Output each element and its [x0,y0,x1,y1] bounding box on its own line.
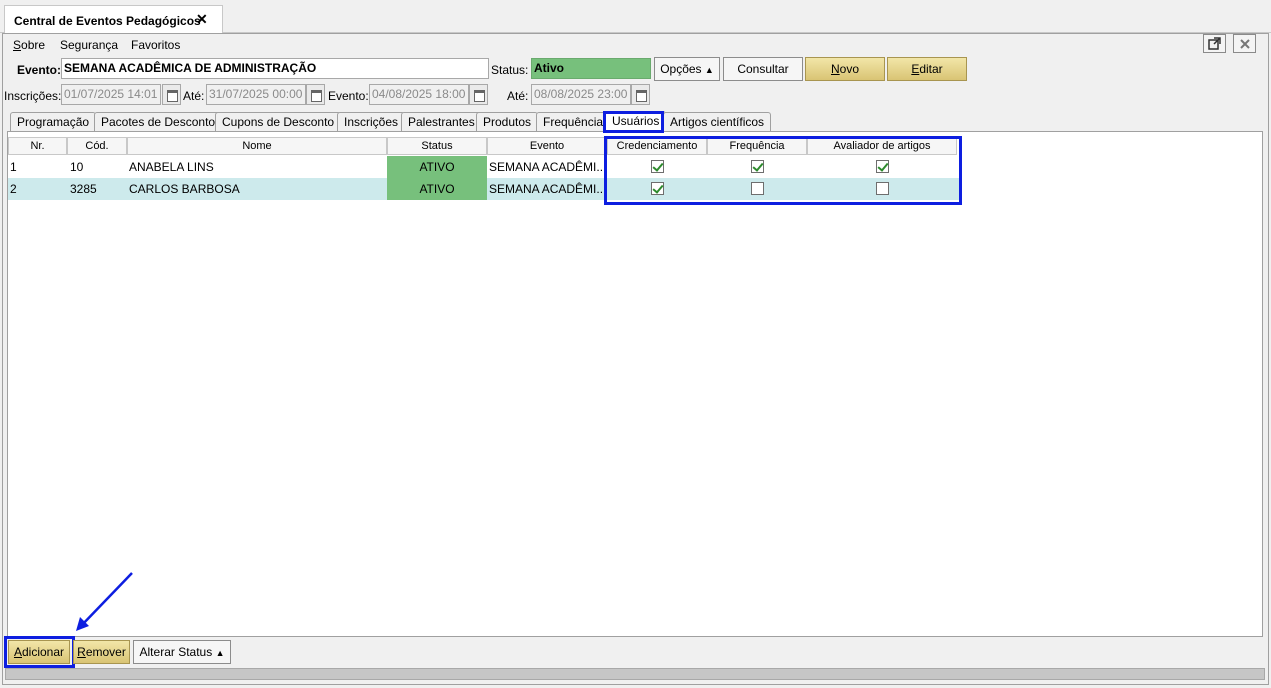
ate-label-2: Até: [507,89,529,103]
tab-inscricoes[interactable]: Inscrições [337,112,406,131]
horizontal-scrollbar[interactable] [5,668,1265,680]
close-icon[interactable] [1233,34,1256,53]
cell-evento: SEMANA ACADÊMI... [489,160,605,174]
inscricoes-fim-field[interactable]: 31/07/2025 00:00 [206,84,306,105]
column-header-cod[interactable]: Cód. [67,137,127,155]
tab-cupons-de-desconto[interactable]: Cupons de Desconto [215,112,342,131]
tab-programacao[interactable]: Programação [10,112,97,131]
document-tab[interactable]: Central de Eventos Pedagógicos ✕ [4,5,223,34]
permissions-highlight [604,136,962,205]
evento-fim-field[interactable]: 08/08/2025 23:00 [531,84,631,105]
close-tab-icon[interactable]: ✕ [196,11,208,28]
arrow-icon [76,572,133,631]
cell-cod: 10 [70,160,84,174]
calendar-icon[interactable] [162,84,181,105]
cell-nr: 1 [10,160,17,174]
opcoes-label: Opções [660,62,702,76]
tab-usuarios-highlight [603,111,664,133]
popout-icon[interactable] [1203,34,1226,53]
menu-favoritos[interactable]: Favoritos [131,38,180,52]
evento-field[interactable]: SEMANA ACADÊMICA DE ADMINISTRAÇÃO [61,58,489,79]
evento-inicio-field[interactable]: 04/08/2025 18:00 [369,84,469,105]
novo-button[interactable]: Novo [805,57,885,81]
caret-up-icon: ▲ [704,65,714,75]
evento-date-label: Evento: [328,89,369,103]
status-field[interactable]: Ativo [531,58,651,79]
remover-button[interactable]: Remover [73,640,130,664]
column-header-nome[interactable]: Nome [127,137,387,155]
tab-artigos-cientificos[interactable]: Artigos científicos [663,112,772,131]
editar-button[interactable]: Editar [887,57,967,81]
users-grid-panel [7,131,1263,637]
cell-status: ATIVO [387,156,487,178]
adicionar-button[interactable]: Adicionar [8,640,70,664]
document-tab-title: Central de Eventos Pedagógicos [14,14,201,28]
alterar-status-label: Alterar Status [139,645,213,659]
menu-sobre[interactable]: Sobre [13,38,45,52]
cell-nr: 2 [10,182,17,196]
tab-pacotes-de-desconto[interactable]: Pacotes de Desconto [94,112,223,131]
caret-up-icon: ▲ [215,648,225,658]
status-label: Status: [491,63,529,77]
cell-nome: ANABELA LINS [129,160,214,174]
calendar-icon[interactable] [469,84,488,105]
column-header-nr[interactable]: Nr. [8,137,67,155]
cell-cod: 3285 [70,182,97,196]
tab-frequencia[interactable]: Frequência [536,112,611,131]
ate-label-1: Até: [183,89,205,103]
cell-nome: CARLOS BARBOSA [129,182,240,196]
evento-label: Evento: [17,63,62,77]
cell-evento: SEMANA ACADÊMI... [489,182,605,196]
opcoes-button[interactable]: Opções ▲ [654,57,720,81]
calendar-icon[interactable] [306,84,325,105]
inscricoes-label: Inscrições: [4,89,62,103]
alterar-status-button[interactable]: Alterar Status ▲ [133,640,231,664]
calendar-icon[interactable] [631,84,650,105]
column-header-status[interactable]: Status [387,137,487,155]
tab-produtos[interactable]: Produtos [476,112,539,131]
inscricoes-inicio-field[interactable]: 01/07/2025 14:01 [61,84,161,105]
menu-seguranca[interactable]: Segurança [60,38,118,52]
cell-status: ATIVO [387,178,487,200]
column-header-evento[interactable]: Evento [487,137,607,155]
consultar-button[interactable]: Consultar [723,57,803,81]
tab-palestrantes[interactable]: Palestrantes [401,112,482,131]
